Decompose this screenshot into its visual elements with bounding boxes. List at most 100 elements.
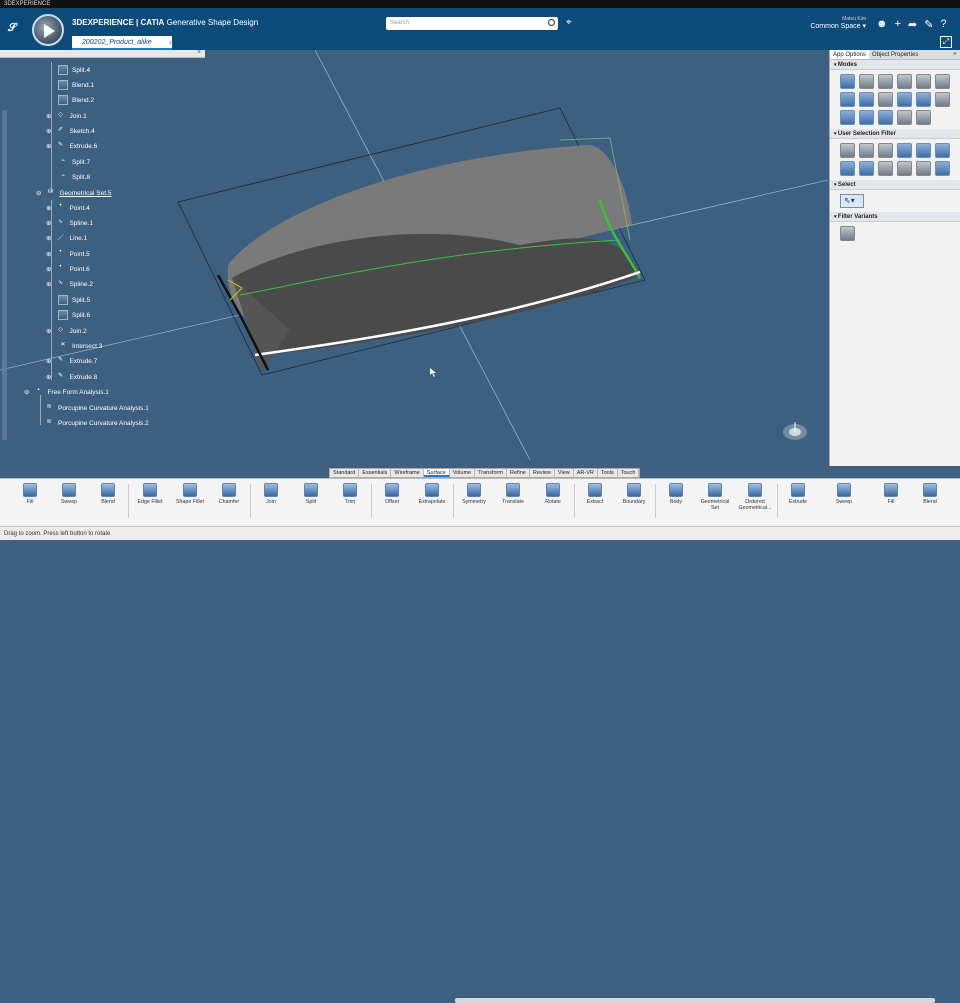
shape-fillet-button[interactable]: Shape Fillet xyxy=(172,483,208,505)
view-compass-icon[interactable] xyxy=(780,420,810,442)
filter-icon[interactable] xyxy=(859,143,874,158)
add-tab-icon[interactable]: + xyxy=(168,36,173,50)
symmetry-button[interactable]: Symmetry xyxy=(456,483,492,505)
tree-item[interactable]: Split.5 xyxy=(58,295,90,305)
tree-scrollbar[interactable] xyxy=(2,110,7,440)
tab-refine[interactable]: Refine xyxy=(507,469,530,477)
tree-item[interactable]: Split.4 xyxy=(58,65,90,75)
section-filter-variants[interactable]: Filter Variants xyxy=(830,212,960,222)
tree-item[interactable]: ⊕ ✎ Extrude.7 xyxy=(46,356,97,366)
tree-item[interactable]: ≋ Porcupine Curvature Analysis.2 xyxy=(44,418,148,428)
tree-item[interactable]: ⊕ ／ Line.1 xyxy=(46,233,87,243)
mode-icon[interactable] xyxy=(840,74,855,89)
filter-icon[interactable] xyxy=(859,161,874,176)
tree-item[interactable]: Blend.1 xyxy=(58,80,94,90)
filter-icon[interactable] xyxy=(878,161,893,176)
mode-icon[interactable] xyxy=(897,74,912,89)
tree-item[interactable]: ⊖ ▪ Free Form Analysis.1 xyxy=(24,387,109,397)
extract-button[interactable]: Extract xyxy=(577,483,613,505)
expand-icon[interactable]: ⊕ xyxy=(46,112,51,120)
section-select[interactable]: Select xyxy=(830,180,960,190)
avatar-icon[interactable]: ☻ xyxy=(876,18,888,31)
expand-icon[interactable]: ⊕ xyxy=(46,373,51,381)
tree-item[interactable]: ⊕ ∿ Spline.2 xyxy=(46,279,93,289)
body-button[interactable]: Body xyxy=(658,483,694,505)
share-icon[interactable]: ➦ xyxy=(908,18,917,31)
tab-object-properties[interactable]: Object Properties xyxy=(869,50,921,59)
expand-icon[interactable]: ⊕ xyxy=(46,142,51,150)
rotate-button[interactable]: Rotate xyxy=(535,483,571,505)
tree-item[interactable]: ⊕ • Point.5 xyxy=(46,249,90,259)
filter-icon[interactable] xyxy=(897,161,912,176)
mode-icon[interactable] xyxy=(840,92,855,107)
filter-variant-icon[interactable] xyxy=(840,226,855,241)
tree-item[interactable]: ⊕ + Point.4 xyxy=(46,203,90,213)
translate-button[interactable]: Translate xyxy=(495,483,531,505)
expand-icon[interactable]: ⊕ xyxy=(46,204,51,212)
tag-icon[interactable]: ⌖ xyxy=(566,17,572,28)
offset-button[interactable]: Offset xyxy=(374,483,410,505)
tree-item[interactable]: Blend.2 xyxy=(58,95,94,105)
expand-icon[interactable]: ⊕ xyxy=(46,127,51,135)
expand-icon[interactable]: ⊕ xyxy=(46,234,51,242)
communicate-icon[interactable]: ✎ xyxy=(924,18,933,31)
tree-item[interactable]: ✕ Intersect.3 xyxy=(58,341,102,351)
filter-icon[interactable] xyxy=(840,143,855,158)
sweep-button[interactable]: Sweep xyxy=(51,483,87,505)
add-icon[interactable]: + xyxy=(895,18,901,31)
search-input[interactable]: Search xyxy=(386,17,558,30)
filter-icon[interactable] xyxy=(935,161,950,176)
filter-icon[interactable] xyxy=(935,143,950,158)
tree-item[interactable]: ⊕ ✎ Extrude.8 xyxy=(46,372,97,382)
tree-item[interactable]: ⊕ ◇ Join.1 xyxy=(46,111,87,121)
tab-app-options[interactable]: App Options xyxy=(830,50,870,59)
compass-icon[interactable] xyxy=(32,14,64,46)
mode-icon[interactable] xyxy=(916,110,931,125)
tab-tools[interactable]: Tools xyxy=(598,469,618,477)
mode-icon[interactable] xyxy=(859,92,874,107)
filter-icon[interactable] xyxy=(878,143,893,158)
tab-standard[interactable]: Standard xyxy=(330,469,360,477)
sweep-button-2[interactable]: Sweep xyxy=(826,483,862,505)
fill-button[interactable]: Fill xyxy=(12,483,48,505)
mode-icon[interactable] xyxy=(897,110,912,125)
extrapolate-button[interactable]: Extrapolate xyxy=(414,483,450,505)
close-icon[interactable]: × xyxy=(953,51,957,58)
search-icon[interactable] xyxy=(548,19,555,26)
tab-view[interactable]: View xyxy=(555,469,574,477)
filter-icon[interactable] xyxy=(840,161,855,176)
tree-close-icon[interactable]: × xyxy=(197,49,201,56)
expand-icon[interactable]: ⊕ xyxy=(46,280,51,288)
tab-ar-vr[interactable]: AR-VR xyxy=(574,469,598,477)
tab-surface[interactable]: Surface xyxy=(423,469,450,477)
tab-transform[interactable]: Transform xyxy=(475,469,507,477)
tab-volume[interactable]: Volume xyxy=(450,469,476,477)
mode-icon[interactable] xyxy=(935,92,950,107)
tree-item[interactable]: ⊕ ✎ Extrude.6 xyxy=(46,141,97,151)
expand-icon[interactable]: ⊕ xyxy=(46,357,51,365)
blend-button[interactable]: Blend xyxy=(90,483,126,505)
tree-item[interactable]: ⌁ Split.7 xyxy=(58,157,90,167)
tree-item[interactable]: ⊕ • Point.6 xyxy=(46,264,90,274)
mode-icon[interactable] xyxy=(935,74,950,89)
join-button[interactable]: Join xyxy=(253,483,289,505)
tree-item[interactable]: ⊕ ◇ Join.2 xyxy=(46,326,87,336)
fill-button-2[interactable]: Fill xyxy=(873,483,909,505)
blend-button-2[interactable]: Blend xyxy=(912,483,948,505)
mode-icon[interactable] xyxy=(878,92,893,107)
trim-button[interactable]: Trim xyxy=(332,483,368,505)
select-mode-dropdown[interactable]: ⇖▾ xyxy=(840,194,864,208)
filter-icon[interactable] xyxy=(916,143,931,158)
user-info[interactable]: Mateu Kim Common Space ▾ xyxy=(806,16,866,30)
filter-icon[interactable] xyxy=(916,161,931,176)
ordered-geometrical-set-button[interactable]: Ordered Geometrical... xyxy=(735,483,775,511)
help-icon[interactable]: ? xyxy=(940,18,946,31)
mode-icon[interactable] xyxy=(916,74,931,89)
tree-item[interactable]: ⊕ ✐ Sketch.4 xyxy=(46,126,95,136)
mode-icon[interactable] xyxy=(916,92,931,107)
mode-icon[interactable] xyxy=(897,92,912,107)
fullscreen-icon[interactable]: ⤢ xyxy=(940,36,952,48)
expand-icon[interactable]: ⊕ xyxy=(46,219,51,227)
collapse-icon[interactable]: ⊖ xyxy=(24,388,29,396)
mode-icon[interactable] xyxy=(859,110,874,125)
